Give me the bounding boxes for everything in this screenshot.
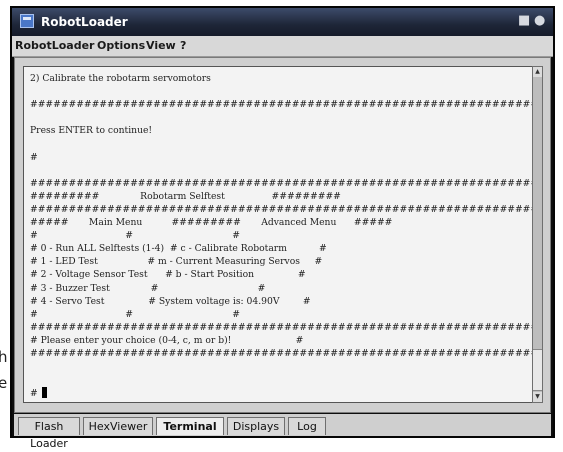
terminal-line: # 0 - Run ALL Selftests (1-4) # c - Cali… xyxy=(30,243,327,255)
tab-hexviewer[interactable]: HexViewer xyxy=(83,417,153,435)
minimize-icon[interactable]: ■ xyxy=(518,13,530,28)
app-window-icon xyxy=(20,14,34,28)
menu-view[interactable]: View xyxy=(146,39,176,52)
menu-bar: RobotLoader Options View ? xyxy=(12,36,553,57)
terminal-line: ########################################… xyxy=(30,203,533,215)
terminal-prompt[interactable]: # xyxy=(30,387,47,400)
terminal-line: ########################################… xyxy=(30,177,533,189)
prompt-symbol: # xyxy=(30,388,38,399)
tab-terminal[interactable]: Terminal xyxy=(156,417,224,435)
terminal-panel: 2) Calibrate the robotarm servomotors ###… xyxy=(14,57,551,413)
terminal-line: # # # xyxy=(30,308,241,320)
terminal-line: ##### Main Menu ######### Advanced Menu … xyxy=(30,217,393,229)
terminal-line: 2) Calibrate the robotarm servomotors xyxy=(30,73,211,84)
background-text-h: h xyxy=(0,348,8,366)
terminal-line: # 1 - LED Test # m - Current Measuring S… xyxy=(30,256,323,268)
menu-robotloader[interactable]: RobotLoader xyxy=(15,39,94,52)
menu-options[interactable]: Options xyxy=(97,39,145,52)
menu-help[interactable]: ? xyxy=(180,39,186,52)
terminal-line: # # # xyxy=(30,230,241,242)
terminal-line: # 4 - Servo Test # System voltage is: 04… xyxy=(30,295,311,307)
tab-flash-loader[interactable]: Flash Loader xyxy=(18,417,80,450)
scroll-up-icon[interactable]: ▲ xyxy=(533,67,542,77)
terminal-line: ########################################… xyxy=(30,99,533,111)
scroll-down-icon[interactable]: ▼ xyxy=(533,392,542,402)
terminal-lines: 2) Calibrate the robotarm servomotors ###… xyxy=(30,72,533,360)
title-bar[interactable]: RobotLoader ■ ● xyxy=(12,8,553,36)
robotloader-window: RobotLoader ■ ● RobotLoader Options View… xyxy=(10,6,555,450)
terminal-line: Press ENTER to continue! xyxy=(30,125,153,137)
tab-bar: Flash Loader HexViewer Terminal Displays… xyxy=(14,414,551,450)
close-icon[interactable]: ● xyxy=(534,13,545,28)
window-title: RobotLoader xyxy=(41,15,128,29)
tab-displays[interactable]: Displays xyxy=(227,417,285,435)
terminal-line: ######### Robotarm Selftest ######### xyxy=(30,190,341,202)
tab-log[interactable]: Log xyxy=(288,417,326,435)
terminal-line: # 2 - Voltage Sensor Test # b - Start Po… xyxy=(30,269,306,281)
terminal-line: # Please enter your choice (0-4, c, m or… xyxy=(30,334,304,346)
text-cursor xyxy=(41,387,47,398)
scroll-thumb[interactable] xyxy=(533,349,542,391)
terminal-output[interactable]: 2) Calibrate the robotarm servomotors ###… xyxy=(23,66,533,403)
terminal-scrollbar[interactable]: ▲ ▼ xyxy=(532,66,543,403)
background-text-e: e xyxy=(0,374,8,392)
terminal-line: # xyxy=(30,151,38,163)
terminal-line: ########################################… xyxy=(30,347,533,359)
terminal-line: ########################################… xyxy=(30,321,533,333)
terminal-line: # 3 - Buzzer Test # # xyxy=(30,282,266,294)
